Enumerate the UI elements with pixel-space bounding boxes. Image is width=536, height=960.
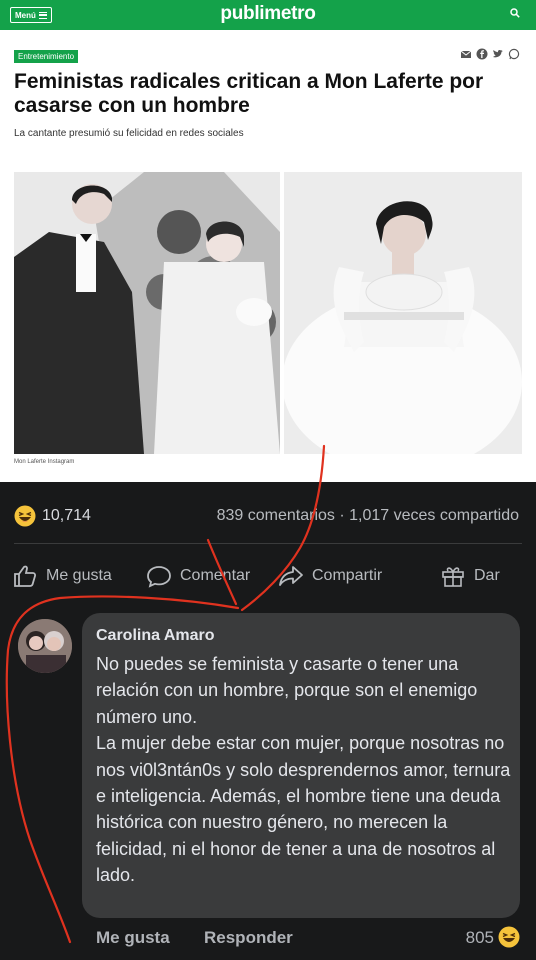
gift-button[interactable]: Dar (440, 564, 500, 588)
article-subheadline: La cantante presumió su felicidad en red… (14, 128, 244, 139)
screenshot: Menú publimetro Entretenimiento Feminist… (0, 0, 536, 960)
twitter-icon[interactable] (492, 48, 504, 60)
share-icon (279, 566, 303, 586)
wedding-photo-bride[interactable] (284, 172, 522, 454)
facebook-icon[interactable] (476, 48, 488, 60)
post-action-bar: Me gusta Comentar Compartir Dar (0, 556, 536, 596)
post-stats: 10,714 839 comentarios · 1,017 veces com… (0, 498, 536, 534)
email-icon[interactable] (460, 48, 472, 60)
like-label: Me gusta (46, 567, 112, 584)
wedding-photo-couple[interactable] (14, 172, 280, 454)
divider (14, 543, 522, 544)
like-icon (14, 565, 37, 587)
comment-reaction-count[interactable]: 805 (466, 928, 494, 948)
search-icon[interactable] (510, 8, 520, 18)
site-logo[interactable]: publimetro (0, 3, 536, 25)
site-header: Menú publimetro (0, 0, 536, 30)
comment-reply-button[interactable]: Responder (204, 928, 293, 948)
comment-actions: Me gusta Responder 805 (0, 926, 536, 954)
category-tag[interactable]: Entretenimiento (14, 50, 79, 63)
haha-emoji-icon[interactable] (14, 505, 36, 527)
comment-author[interactable]: Carolina Amaro (96, 627, 215, 645)
like-button[interactable]: Me gusta (12, 564, 112, 588)
comment-icon (147, 566, 171, 588)
article-headline[interactable]: Feministas radicales critican a Mon Lafe… (14, 70, 514, 118)
comment-like-button[interactable]: Me gusta (96, 928, 170, 948)
comment-label: Comentar (180, 567, 251, 584)
reaction-count[interactable]: 10,714 (42, 507, 91, 525)
photo-caption: Mon Laferte Instagram (14, 459, 75, 465)
share-label: Compartir (312, 567, 383, 584)
share-icons (460, 48, 520, 60)
article-card[interactable]: Entretenimiento Feministas radicales cri… (0, 30, 536, 482)
share-button[interactable]: Compartir (278, 564, 382, 588)
gift-label: Dar (474, 567, 500, 584)
comment-text: No puedes se feminista y casarte o tener… (96, 654, 511, 886)
gift-icon (442, 567, 464, 587)
whatsapp-icon[interactable] (508, 48, 520, 60)
comments-shares-count[interactable]: 839 comentarios · 1,017 veces compartido (217, 507, 519, 525)
comment-bubble: Carolina Amaro No puedes se feminista y … (82, 613, 520, 918)
haha-emoji-icon[interactable] (498, 926, 520, 948)
avatar[interactable] (18, 619, 72, 673)
comment-button[interactable]: Comentar (146, 564, 250, 588)
